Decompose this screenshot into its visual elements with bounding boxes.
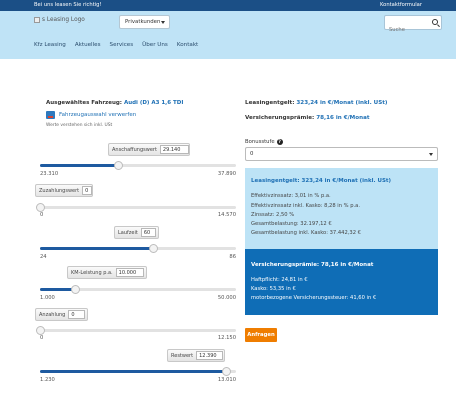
insurance-detail-line: Haftpflicht: 24,81 in € — [251, 277, 308, 283]
bonus-level-label: Bonusstufe — [245, 139, 275, 145]
slider-handle[interactable] — [113, 161, 123, 170]
slider-label: Anschaffungswert — [112, 146, 157, 153]
search-box — [384, 15, 442, 37]
insurance-summary-label: Versicherungsprämie: — [245, 115, 315, 121]
customer-segment-select[interactable]: Privatkunden — [119, 15, 170, 29]
slider-label: KM-Leistung p.a. — [71, 269, 113, 276]
slider-label-box: Zuzahlungswert 0 — [35, 184, 93, 197]
slider-handle[interactable] — [35, 326, 45, 335]
insurance-summary: Versicherungsprämie: 78,16 in €/Monat — [245, 115, 370, 121]
slider-fill — [40, 247, 154, 250]
slider-value-input[interactable]: 60 — [140, 228, 156, 237]
header: s Leasing Logo Privatkunden Kfz Leasing … — [0, 11, 456, 59]
selected-vehicle: Ausgewähltes Fahrzeug: Audi (D) A3 1,6 T… — [46, 100, 183, 106]
slogan: Bei uns leasen Sie richtig! — [34, 2, 102, 8]
slider-label: Restwert — [171, 352, 194, 359]
slider-value-input[interactable]: 12.390 — [196, 351, 224, 360]
nav-item-kfz-leasing[interactable]: Kfz Leasing — [34, 42, 66, 48]
insurance-details-title: Versicherungsprämie: 78,16 in €/Monat — [251, 262, 374, 268]
top-bar: Bei uns leasen Sie richtig! Kontaktformu… — [0, 0, 456, 11]
nav-item-ueber-uns[interactable]: Über Uns — [142, 42, 168, 48]
slider-handle[interactable] — [149, 244, 159, 253]
leasing-detail-line: Effektivzinssatz: 3,01 in % p.a. — [251, 193, 331, 199]
slider-label: Laufzeit — [118, 229, 138, 236]
slider-max: 37.890 — [217, 171, 236, 177]
slider-handle[interactable] — [35, 203, 45, 212]
slider-min: 1.230 — [40, 377, 55, 383]
nav-item-kontakt[interactable]: Kontakt — [177, 42, 198, 48]
vehicle-icon — [46, 111, 55, 119]
slider-min: 1.000 — [40, 295, 55, 301]
insurance-details-panel: Versicherungsprämie: 78,16 in €/Monat Ha… — [245, 249, 438, 315]
discard-vehicle-link[interactable]: Fahrzeugauswahl verwerfen — [46, 111, 136, 119]
search-icon[interactable] — [432, 19, 438, 25]
request-button[interactable]: Anfragen — [245, 328, 277, 342]
chevron-down-icon — [161, 21, 165, 24]
chevron-down-icon — [429, 153, 433, 156]
slider-value-input[interactable]: 29.140 — [159, 145, 189, 154]
main-nav: Kfz Leasing Aktuelles Services Über Uns … — [34, 42, 207, 48]
slider-value-input[interactable]: 0 — [82, 186, 92, 195]
slider-min: 0 — [40, 335, 44, 341]
bonus-level-label-row: Bonusstufe ? — [245, 139, 283, 145]
leasing-detail-line: Gesamtbelastung inkl. Kasko: 37.442,32 € — [251, 230, 361, 236]
logo[interactable]: s Leasing Logo — [34, 17, 85, 23]
leasing-summary-value: 323,24 in €/Monat (inkl. USt) — [296, 100, 388, 106]
slider-track[interactable] — [35, 326, 236, 335]
nav-item-aktuelles[interactable]: Aktuelles — [75, 42, 101, 48]
slider-value-input[interactable]: 10.000 — [115, 268, 144, 277]
slider-fill — [40, 164, 119, 167]
slider-max: 50.000 — [217, 295, 236, 301]
slider-label: Anzahlung — [39, 311, 66, 318]
vat-note: Werte verstehen sich inkl. USt — [46, 123, 113, 128]
slider-min: 23.310 — [40, 171, 59, 177]
slider-fill — [40, 288, 76, 291]
slider-max: 12.150 — [217, 335, 236, 341]
slider-track[interactable] — [40, 161, 236, 170]
leasing-details-title: Leasingentgelt: 323,24 in €/Monat (inkl.… — [251, 178, 392, 184]
slider-label-box: Anzahlung 0 — [35, 308, 88, 321]
slider-label-box: Restwert 12.390 — [167, 349, 225, 362]
slider-min: 0 — [40, 212, 44, 218]
slider-label: Zuzahlungswert — [39, 187, 80, 194]
selected-vehicle-name: Audi (D) A3 1,6 TDI — [123, 100, 184, 106]
nav-item-services[interactable]: Services — [110, 42, 134, 48]
leasing-summary: Leasingentgelt: 323,24 in €/Monat (inkl.… — [245, 100, 387, 106]
selected-vehicle-label: Ausgewähltes Fahrzeug: — [46, 100, 123, 106]
discard-vehicle-label: Fahrzeugauswahl verwerfen — [59, 112, 137, 118]
bonus-level-value: 0 — [250, 151, 254, 157]
bonus-level-select[interactable]: 0 — [245, 147, 438, 161]
leasing-detail-line: Effektivzinssatz inkl. Kasko: 8,28 in % … — [251, 203, 361, 209]
leasing-details-panel: Leasingentgelt: 323,24 in €/Monat (inkl.… — [245, 168, 438, 249]
logo-alt-text: s Leasing Logo — [42, 17, 85, 23]
help-icon[interactable]: ? — [276, 139, 283, 145]
slider-max: 13.010 — [217, 377, 236, 383]
slider-handle[interactable] — [70, 285, 80, 294]
slider-handle[interactable] — [221, 367, 231, 376]
slider-value-input[interactable]: 0 — [68, 310, 86, 319]
broken-image-icon — [34, 17, 40, 23]
slider-label-box: Laufzeit 60 — [114, 226, 159, 239]
contact-form-link[interactable]: Kontaktformular — [380, 2, 422, 8]
slider-track[interactable] — [40, 244, 236, 253]
customer-segment-value: Privatkunden — [125, 19, 161, 25]
slider-track[interactable] — [40, 285, 236, 294]
slider-label-box: KM-Leistung p.a. 10.000 — [67, 266, 147, 279]
slider-label-box: Anschaffungswert 29.140 — [108, 143, 190, 156]
slider-track[interactable] — [40, 367, 236, 376]
leasing-detail-line: Zinssatz: 2,50 % — [251, 212, 295, 218]
leasing-detail-line: Gesamtbelastung: 32.197,12 € — [251, 221, 332, 227]
search-input[interactable] — [385, 23, 429, 37]
slider-fill — [40, 370, 227, 373]
insurance-summary-value: 78,16 in €/Monat — [316, 115, 370, 121]
slider-max: 14.570 — [217, 212, 236, 218]
leasing-summary-label: Leasingentgelt: — [245, 100, 295, 106]
insurance-detail-line: motorbezogene Versicherungssteuer: 41,60… — [251, 295, 377, 301]
insurance-detail-line: Kasko: 53,35 in € — [251, 286, 296, 292]
slider-track[interactable] — [35, 203, 236, 212]
slider-max: 86 — [229, 254, 236, 260]
slider-min: 24 — [40, 254, 47, 260]
